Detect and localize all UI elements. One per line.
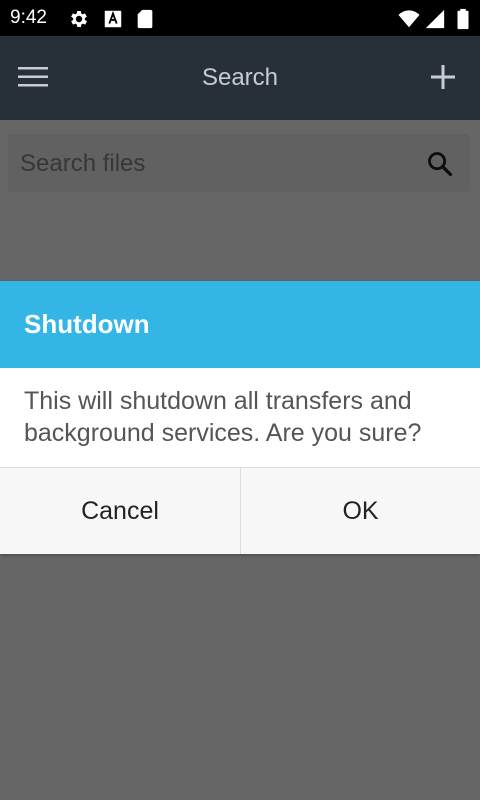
dialog-title: Shutdown <box>24 309 150 339</box>
app-bar: Search <box>0 36 480 120</box>
status-bar: 9:42 <box>0 0 480 36</box>
dialog-message: This will shutdown all transfers and bac… <box>24 387 422 447</box>
dialog-header: Shutdown <box>0 281 480 368</box>
battery-icon <box>457 8 469 30</box>
gear-icon <box>71 11 87 27</box>
font-a-icon <box>104 10 122 28</box>
plus-icon[interactable] <box>428 62 458 92</box>
ok-button[interactable]: OK <box>241 468 480 554</box>
sd-card-icon <box>137 9 153 29</box>
cell-signal-icon <box>425 9 445 29</box>
cancel-button[interactable]: Cancel <box>0 468 240 554</box>
wifi-icon <box>398 10 420 28</box>
dialog-button-bar: Cancel OK <box>0 467 480 554</box>
app-bar-title: Search <box>201 64 279 91</box>
shutdown-dialog: Shutdown This will shutdown all transfer… <box>0 281 480 554</box>
status-time: 9:42 <box>10 7 47 28</box>
